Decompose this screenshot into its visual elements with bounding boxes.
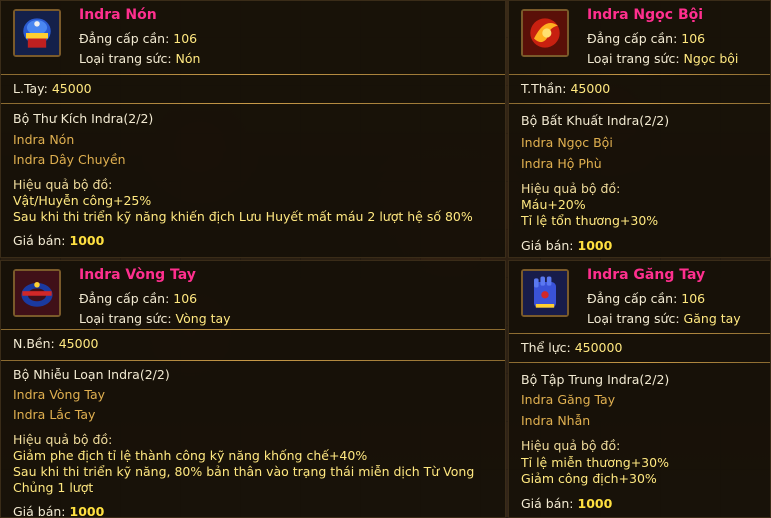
level-requirement: Đẳng cấp cần: 106 <box>587 291 705 306</box>
set-effect: Giảm công địch+30% <box>521 471 657 486</box>
divider <box>1 360 505 361</box>
set-effect: Máu+20% <box>521 197 586 212</box>
jewelry-type: Loại trang sức: Ngọc bội <box>587 51 738 66</box>
stat-line: T.Thần: 45000 <box>521 81 610 96</box>
price-value: 1000 <box>577 496 613 511</box>
stat-label: T.Thần: <box>521 81 567 96</box>
set-name: Bộ Thư Kích Indra(2/2) <box>13 111 154 126</box>
stat-value: 45000 <box>51 81 92 96</box>
type-label: Loại trang sức: <box>587 51 680 66</box>
divider <box>1 74 505 75</box>
price-value: 1000 <box>69 233 105 248</box>
sell-price: Giá bán: 1000 <box>521 496 612 511</box>
set-effect-title: Hiệu quả bộ đồ: <box>521 438 621 453</box>
level-requirement: Đẳng cấp cần: 106 <box>79 291 197 306</box>
stat-label: N.Bền: <box>13 336 55 351</box>
set-name: Bộ Bất Khuất Indra(2/2) <box>521 113 670 128</box>
jewelry-type: Loại trang sức: Nón <box>79 51 200 66</box>
level-value: 106 <box>173 31 198 46</box>
stat-value: 450000 <box>574 340 623 355</box>
set-effect: Tỉ lệ tổn thương+30% <box>521 213 659 228</box>
jewelry-type: Loại trang sức: Vòng tay <box>79 311 231 326</box>
set-item: Indra Găng Tay <box>521 392 616 407</box>
set-item: Indra Hộ Phù <box>521 156 602 171</box>
stat-value: 45000 <box>570 81 611 96</box>
set-item: Indra Ngọc Bội <box>521 135 613 150</box>
level-requirement: Đẳng cấp cần: 106 <box>79 31 197 46</box>
set-effect: Sau khi thi triển kỹ năng khiến địch Lưu… <box>13 209 473 224</box>
helmet-icon <box>13 9 61 57</box>
stat-line: N.Bền: 45000 <box>13 336 98 351</box>
set-item: Indra Nón <box>13 132 75 147</box>
type-value: Vòng tay <box>175 311 231 326</box>
set-effect: Chủng 1 lượt <box>13 480 94 495</box>
set-effect-title: Hiệu quả bộ đồ: <box>13 177 113 192</box>
level-label: Đẳng cấp cần: <box>587 31 678 46</box>
set-item: Indra Vòng Tay <box>13 387 105 402</box>
price-label: Giá bán: <box>13 233 66 248</box>
type-value: Găng tay <box>683 311 741 326</box>
level-value: 106 <box>681 291 706 306</box>
type-value: Nón <box>175 51 201 66</box>
price-label: Giá bán: <box>13 504 66 518</box>
set-effect: Giảm phe địch tỉ lệ thành công kỹ năng k… <box>13 448 368 463</box>
item-name: Indra Nón <box>79 7 157 23</box>
level-label: Đẳng cấp cần: <box>79 291 170 306</box>
jewelry-type: Loại trang sức: Găng tay <box>587 311 741 326</box>
set-item: Indra Dây Chuyền <box>13 152 126 167</box>
divider <box>509 103 770 104</box>
stat-label: Thể lực: <box>521 340 571 355</box>
set-item: Indra Lắc Tay <box>13 407 96 422</box>
level-label: Đẳng cấp cần: <box>79 31 170 46</box>
stat-label: L.Tay: <box>13 81 48 96</box>
item-name: Indra Găng Tay <box>587 267 706 283</box>
price-label: Giá bán: <box>521 496 574 511</box>
level-value: 106 <box>681 31 706 46</box>
bracelet-icon <box>13 269 61 317</box>
type-label: Loại trang sức: <box>79 51 172 66</box>
divider <box>509 333 770 334</box>
divider <box>509 74 770 75</box>
item-tooltip-indra-gang-tay: Indra Găng Tay Đẳng cấp cần: 106 Loại tr… <box>508 260 771 518</box>
stat-line: L.Tay: 45000 <box>13 81 92 96</box>
item-tooltip-indra-non: Indra Nón Đẳng cấp cần: 106 Loại trang s… <box>0 0 506 258</box>
level-label: Đẳng cấp cần: <box>587 291 678 306</box>
stat-line: Thể lực: 450000 <box>521 340 622 355</box>
set-effect: Vật/Huyễn công+25% <box>13 193 152 208</box>
set-effect-title: Hiệu quả bộ đồ: <box>521 181 621 196</box>
divider <box>1 329 505 330</box>
glove-icon <box>521 269 569 317</box>
stat-value: 45000 <box>58 336 99 351</box>
divider <box>1 103 505 104</box>
set-effect: Tỉ lệ miễn thương+30% <box>521 455 669 470</box>
set-name: Bộ Nhiễu Loạn Indra(2/2) <box>13 367 170 382</box>
set-effect: Sau khi thi triển kỹ năng, 80% bản thân … <box>13 464 475 479</box>
divider <box>509 362 770 363</box>
sell-price: Giá bán: 1000 <box>521 238 612 253</box>
type-value: Ngọc bội <box>683 51 739 66</box>
price-label: Giá bán: <box>521 238 574 253</box>
level-value: 106 <box>173 291 198 306</box>
price-value: 1000 <box>69 504 105 518</box>
type-label: Loại trang sức: <box>587 311 680 326</box>
item-name: Indra Vòng Tay <box>79 267 196 283</box>
set-effect-title: Hiệu quả bộ đồ: <box>13 432 113 447</box>
set-name: Bộ Tập Trung Indra(2/2) <box>521 372 670 387</box>
sell-price: Giá bán: 1000 <box>13 233 104 248</box>
item-tooltip-indra-ngoc-boi: Indra Ngọc Bội Đẳng cấp cần: 106 Loại tr… <box>508 0 771 258</box>
price-value: 1000 <box>577 238 613 253</box>
set-item: Indra Nhẫn <box>521 413 591 428</box>
item-name: Indra Ngọc Bội <box>587 7 704 23</box>
item-tooltip-indra-vong-tay: Indra Vòng Tay Đẳng cấp cần: 106 Loại tr… <box>0 260 506 518</box>
type-label: Loại trang sức: <box>79 311 172 326</box>
level-requirement: Đẳng cấp cần: 106 <box>587 31 705 46</box>
jade-pendant-icon <box>521 9 569 57</box>
sell-price: Giá bán: 1000 <box>13 504 104 518</box>
